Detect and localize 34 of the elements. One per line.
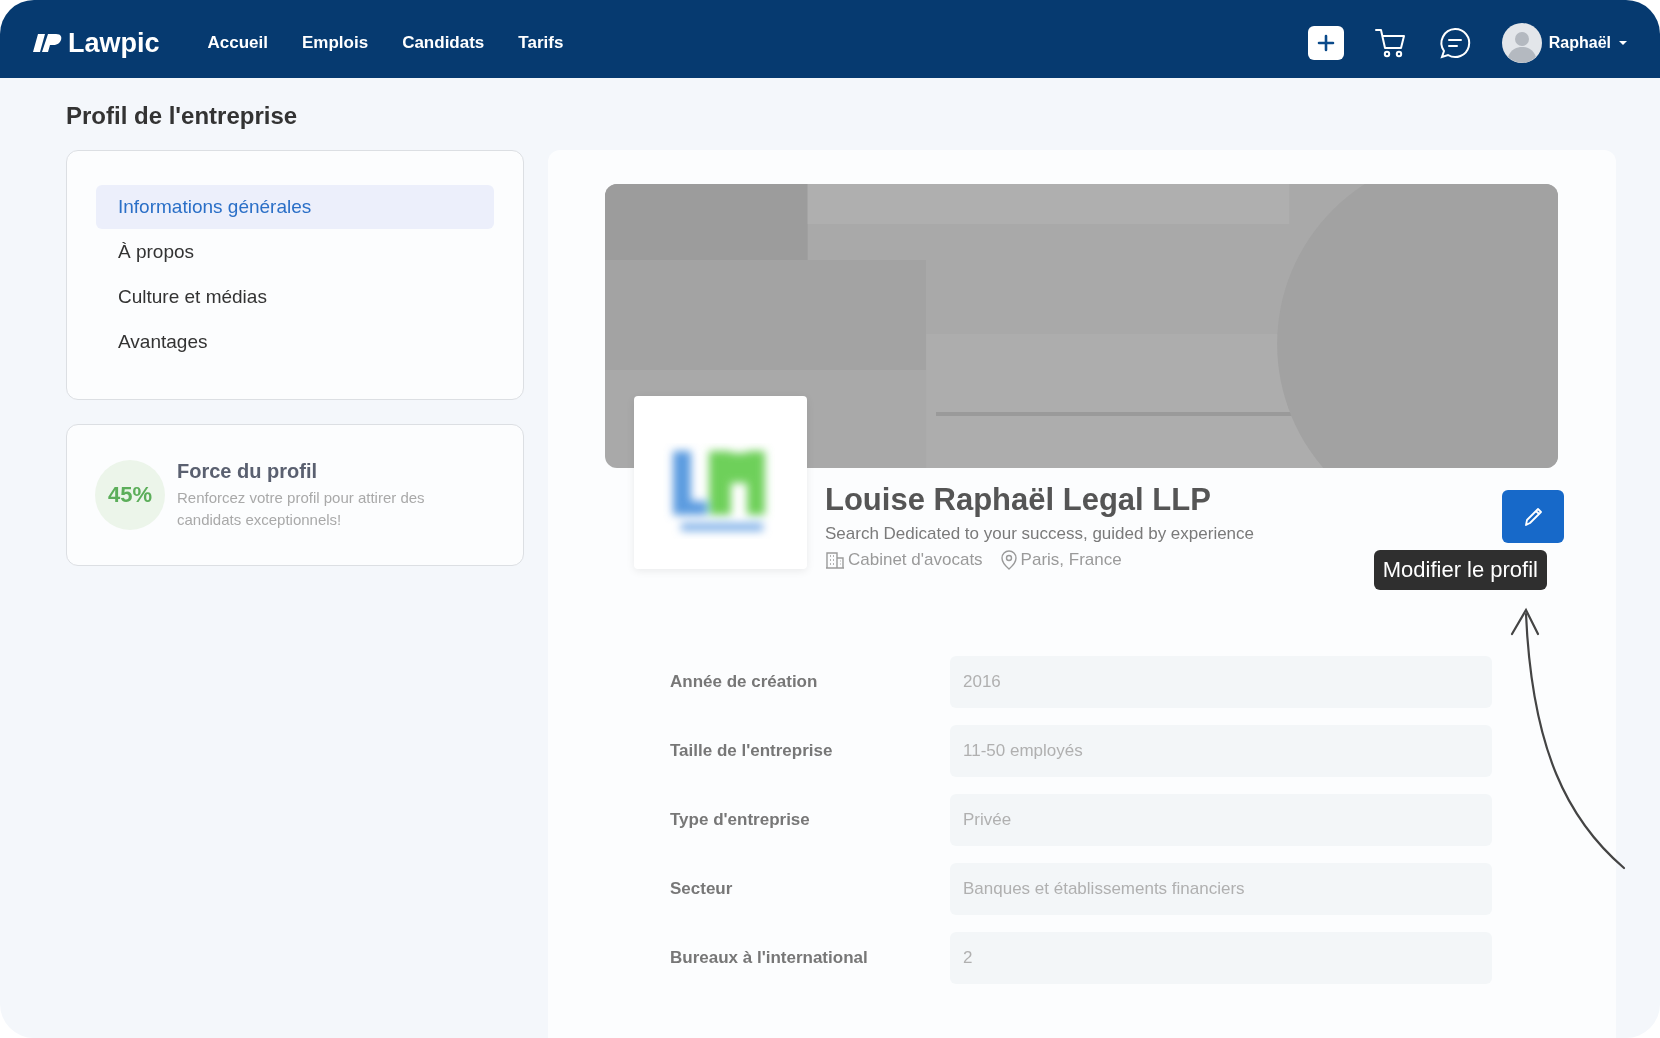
- plus-icon: [1315, 33, 1336, 53]
- user-menu[interactable]: Raphaël: [1548, 34, 1611, 52]
- nav-link[interactable]: Emplois: [302, 33, 369, 53]
- chat-icon[interactable]: [1437, 26, 1472, 60]
- add-button[interactable]: [1307, 26, 1344, 60]
- field-label: Bureaux à l'international: [670, 948, 869, 968]
- strength-description: Renforcez votre profil pour attirer des candidats exceptionnels!: [177, 487, 426, 530]
- avatar-icon[interactable]: [1501, 23, 1542, 63]
- company-tagline: Search Dedicated to your success, guided by experience: [825, 524, 1255, 544]
- nav-link[interactable]: Candidats: [402, 33, 485, 53]
- logo-icon: [32, 32, 62, 54]
- building-icon: [825, 550, 845, 570]
- field-label: Année de création: [670, 672, 819, 692]
- field-label: Secteur: [670, 879, 734, 899]
- edit-button[interactable]: [1502, 490, 1564, 543]
- sidebar-item[interactable]: À propos: [96, 230, 494, 274]
- caret-icon[interactable]: [1618, 40, 1628, 46]
- field-label: Taille de l'entreprise: [670, 741, 834, 761]
- nav-link[interactable]: Tarifs: [518, 33, 564, 53]
- page-title: Profil de l'entreprise: [66, 102, 299, 130]
- strength-title: Force du profil: [177, 459, 318, 483]
- field-label: Type d'entreprise: [670, 810, 811, 830]
- percent-circle: 45%: [95, 460, 165, 530]
- company-location: Paris, France: [1020, 550, 1122, 570]
- logo-text[interactable]: Lawpic: [68, 27, 160, 59]
- nav-link[interactable]: Accueil: [207, 33, 268, 53]
- company-name: Louise Raphaël Legal LLP: [825, 482, 1212, 518]
- cart-icon[interactable]: [1373, 26, 1408, 60]
- location-pin-icon: [999, 550, 1018, 570]
- company-type: Cabinet d'avocats: [848, 550, 983, 570]
- tooltip: Modifier le profil: [1373, 550, 1547, 590]
- sidebar-item[interactable]: Avantages: [96, 320, 494, 364]
- sidebar-item[interactable]: Culture et médias: [96, 275, 494, 319]
- sidebar-item[interactable]: Informations générales: [96, 185, 494, 229]
